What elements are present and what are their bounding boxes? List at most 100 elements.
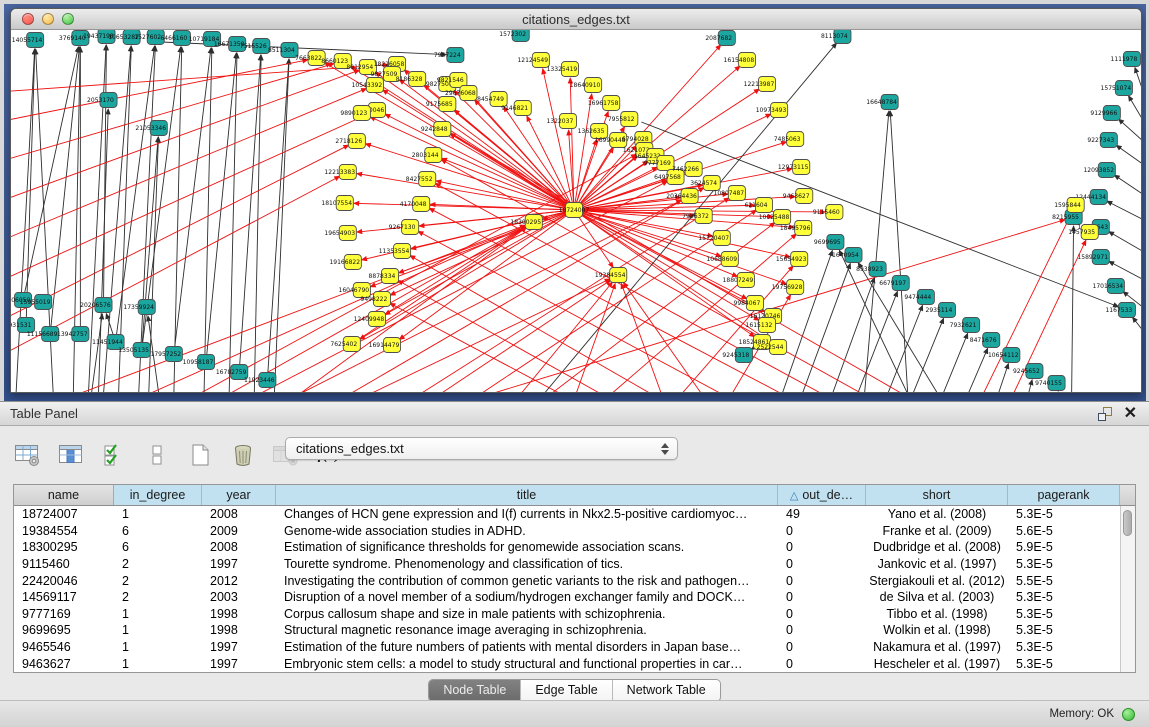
minimize-window-button[interactable] xyxy=(42,13,54,25)
graph-node-label: 1572302 xyxy=(499,31,526,38)
column-header-pagerank[interactable]: pagerank xyxy=(1008,485,1120,505)
table-row[interactable]: 2242004622012Investigating the contribut… xyxy=(14,572,1120,589)
graph-node-label: 20364436 xyxy=(666,193,697,200)
tab-network-table[interactable]: Network Table xyxy=(613,680,720,701)
graph-node-label: 16914479 xyxy=(369,342,400,349)
table-cell: 49 xyxy=(778,507,866,521)
graph-node-label: 18300295 xyxy=(510,219,541,226)
table-cell: 5.3E-5 xyxy=(1008,557,1120,571)
table-cell: Tibbo et al. (1998) xyxy=(866,607,1008,621)
network-view-window[interactable]: citations_edges.txt 14055714376914019437… xyxy=(10,8,1142,393)
table-cell: 5.3E-5 xyxy=(1008,623,1120,637)
table-cell: 0 xyxy=(778,657,866,671)
cytoscape-desktop: citations_edges.txt 14055714376914019437… xyxy=(0,0,1149,401)
table-cell: Estimation of significance thresholds fo… xyxy=(276,540,778,554)
table-row[interactable]: 969969511998Structural magnetic resonanc… xyxy=(14,622,1120,639)
column-header-name[interactable]: name xyxy=(14,485,114,505)
graph-node-label: 7663822 xyxy=(295,55,322,62)
table-row[interactable]: 946554611997Estimation of the future num… xyxy=(14,639,1120,656)
graph-node-label: 16782759 xyxy=(216,369,247,376)
table-cell: 9699695 xyxy=(14,623,114,637)
graph-node-label: 1457935 xyxy=(1068,229,1095,236)
table-cell: 1 xyxy=(114,640,202,654)
table-panel-body: f(x) citations_edges.txt name in_degree … xyxy=(0,427,1149,700)
table-cell: 1 xyxy=(114,507,202,521)
float-panel-icon[interactable] xyxy=(1098,407,1112,421)
table-cell: Embryonic stem cells: a model to study s… xyxy=(276,657,778,671)
table-cell: 1997 xyxy=(202,640,276,654)
table-row[interactable]: 1872400712008Changes of HCN gene express… xyxy=(14,506,1120,523)
column-header-out-degree[interactable]: △out_de… xyxy=(778,485,866,505)
column-header-year[interactable]: year xyxy=(202,485,276,505)
tab-edge-table[interactable]: Edge Table xyxy=(521,680,612,701)
graph-node-label: 12973115 xyxy=(778,164,809,171)
table-selector-dropdown[interactable]: citations_edges.txt xyxy=(285,437,678,460)
graph-node-label: 8660123 xyxy=(321,58,348,65)
close-panel-icon[interactable]: ✕ xyxy=(1124,407,1137,421)
table-cell: Disruption of a novel member of a sodium… xyxy=(276,590,778,604)
graph-node-label: 18495796 xyxy=(780,225,811,232)
table-row[interactable]: 946362711997Embryonic stem cells: a mode… xyxy=(14,655,1120,672)
graph-node-label: 7986372 xyxy=(682,213,709,220)
graph-node-label: 8454749 xyxy=(477,96,504,103)
table-cell: 19384554 xyxy=(14,524,114,538)
table-selector-value: citations_edges.txt xyxy=(286,441,657,456)
column-header-title[interactable]: title xyxy=(276,485,778,505)
graph-node-label: 8878334 xyxy=(369,273,396,280)
select-all-rows-button[interactable] xyxy=(99,442,129,468)
table-row[interactable]: 911546021997Tourette syndrome. Phenomeno… xyxy=(14,556,1120,573)
create-new-column-button[interactable] xyxy=(185,442,215,468)
window-title: citations_edges.txt xyxy=(522,12,630,27)
table-cell: Structural magnetic resonance image aver… xyxy=(276,623,778,637)
close-window-button[interactable] xyxy=(22,13,34,25)
table-row[interactable]: 1456911722003Disruption of a novel membe… xyxy=(14,589,1120,606)
graph-node-label: 19384554 xyxy=(595,272,626,279)
graph-node-label: 20206576 xyxy=(80,302,111,309)
graph-node-label: 14055714 xyxy=(12,37,43,44)
graph-node-label: 3931531 xyxy=(11,322,32,329)
table-cell: 9463627 xyxy=(14,657,114,671)
table-cell: 5.9E-5 xyxy=(1008,540,1120,554)
clear-selection-button[interactable] xyxy=(142,442,172,468)
graph-node-label: 15654923 xyxy=(776,256,807,263)
table-cell: 5.3E-5 xyxy=(1008,640,1120,654)
table-cell: 1997 xyxy=(202,657,276,671)
window-titlebar[interactable]: citations_edges.txt xyxy=(11,9,1141,30)
graph-node-label: 6679197 xyxy=(879,280,906,287)
graph-node-label: 12409948 xyxy=(354,316,385,323)
header-corner-stub xyxy=(1120,485,1135,505)
show-columns-button[interactable] xyxy=(56,442,86,468)
scrollbar-thumb[interactable] xyxy=(1123,510,1132,536)
column-header-in-degree[interactable]: in_degree xyxy=(114,485,202,505)
graph-node-label: 11353554 xyxy=(379,248,410,255)
network-canvas[interactable]: 1405571437691401943719810653287152760264… xyxy=(11,30,1141,392)
table-cell: 22420046 xyxy=(14,574,114,588)
column-header-short[interactable]: short xyxy=(866,485,1008,505)
table-row[interactable]: 977716911998Corpus callosum shape and si… xyxy=(14,606,1120,623)
table-cell: 0 xyxy=(778,540,866,554)
graph-node-label: 12124549 xyxy=(517,57,548,64)
graph-node-label: 8113074 xyxy=(821,33,848,40)
tab-node-table[interactable]: Node Table xyxy=(429,680,521,701)
graph-node-label: 9498222 xyxy=(361,296,388,303)
graph-node-label: 19756928 xyxy=(772,284,803,291)
graph-node-label: 21053346 xyxy=(135,125,166,132)
graph-node-label: 3624574 xyxy=(690,180,717,187)
table-cell: 2009 xyxy=(202,524,276,538)
graph-node-label: 13505135 xyxy=(118,347,149,354)
table-vertical-scrollbar[interactable] xyxy=(1120,506,1135,672)
graph-node-label: 18640910 xyxy=(570,82,601,89)
delete-columns-button[interactable] xyxy=(228,442,258,468)
table-cell: 18300295 xyxy=(14,540,114,554)
table-mode-button[interactable] xyxy=(13,442,43,468)
memory-ok-indicator[interactable] xyxy=(1122,708,1135,721)
graph-node-label: 9777169 xyxy=(644,160,671,167)
table-cell: 1 xyxy=(114,657,202,671)
graph-node-label: 8186328 xyxy=(396,76,423,83)
table-cell: 1 xyxy=(114,607,202,621)
graph-node-label: 7515526 xyxy=(240,43,267,50)
zoom-window-button[interactable] xyxy=(62,13,74,25)
table-row[interactable]: 1938455462009Genome-wide association stu… xyxy=(14,523,1120,540)
table-row[interactable]: 1830029562008Estimation of significance … xyxy=(14,539,1120,556)
table-cell: 2003 xyxy=(202,590,276,604)
